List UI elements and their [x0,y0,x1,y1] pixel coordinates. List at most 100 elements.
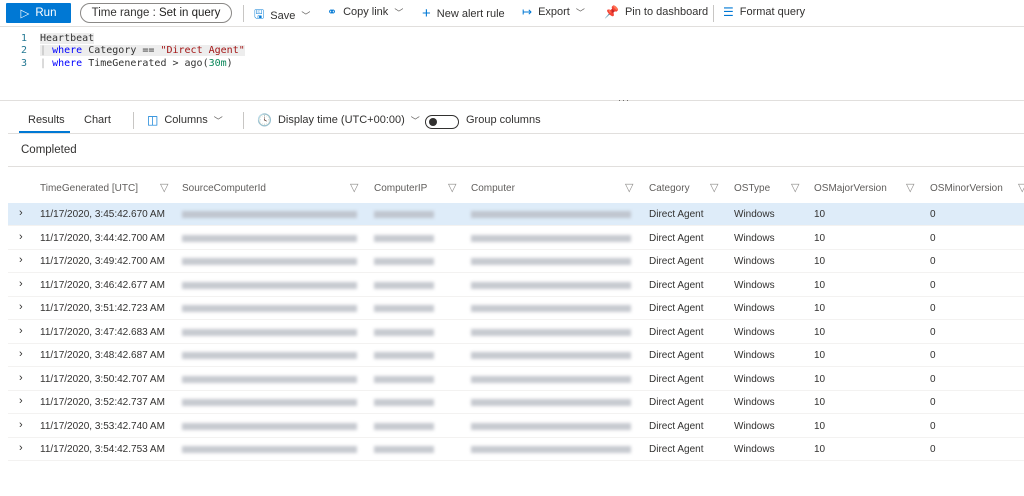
expand-chevron-icon[interactable]: › [19,207,23,219]
pane-splitter[interactable] [0,100,1024,104]
redacted-cell [374,328,434,336]
expand-chevron-icon[interactable]: › [19,278,23,290]
column-header[interactable]: OSType [734,183,770,194]
ostype-cell: Windows [734,350,775,361]
redacted-cell [471,211,631,218]
save-button[interactable]: 🖫 Save ﹀ [254,5,310,26]
divider [243,5,244,22]
redacted-cell [182,328,357,336]
redacted-cell [182,281,357,289]
play-icon: ▷ [20,8,30,20]
expand-chevron-icon[interactable]: › [19,372,23,384]
filter-icon[interactable]: ▽ [160,181,168,194]
category-cell: Direct Agent [649,350,704,361]
redacted-cell [471,305,631,312]
table-row[interactable]: › 11/17/2020, 3:47:42.683 AM Direct Agent W… [8,321,1024,344]
ostype-cell: Windows [734,444,775,455]
time-cell: 11/17/2020, 3:52:42.737 AM [40,397,165,408]
filter-icon[interactable]: ▽ [625,181,633,194]
osmajor-cell: 10 [814,444,826,455]
export-button[interactable]: ↦ Export ﹀ [522,5,585,19]
chevron-down-icon: ﹀ [213,115,223,126]
column-header[interactable]: Category [649,183,690,194]
filter-icon[interactable]: ▽ [350,181,358,194]
table-row[interactable]: › 11/17/2020, 3:46:42.677 AM Direct Agent W… [8,274,1024,297]
query-editor[interactable]: 1 Heartbeat 2 | where Category == "Direct … [0,28,1024,100]
expand-chevron-icon[interactable]: › [19,419,23,431]
column-header[interactable]: ComputerIP [374,183,427,194]
table-row[interactable]: › 11/17/2020, 3:52:42.737 AM Direct Agent W… [8,391,1024,414]
chevron-down-icon: ﹀ [410,115,420,126]
ostype-cell: Windows [734,397,775,408]
ostype-cell: Windows [734,373,775,385]
expand-chevron-icon[interactable]: › [19,395,23,407]
filter-icon[interactable]: ▽ [791,181,799,194]
table-row[interactable]: › 11/17/2020, 3:54:42.753 AM Direct Agent W… [8,438,1024,461]
chevron-down-icon: ﹀ [301,11,311,21]
pin-to-dashboard-button[interactable]: 📌 Pin to dashboard [604,5,708,19]
save-icon: 🖫 [254,7,265,21]
columns-button[interactable]: ◫ Columns ﹀ [147,113,223,127]
filter-icon[interactable]: ▽ [710,181,718,194]
osmajor-cell: 10 [814,256,826,267]
expand-chevron-icon[interactable]: › [19,325,23,337]
expand-chevron-icon[interactable]: › [19,231,23,243]
time-cell: 11/17/2020, 3:53:42.740 AM [40,420,165,432]
redacted-cell [182,446,357,453]
table-row[interactable]: › 11/17/2020, 3:49:42.700 AM Direct Agent W… [8,250,1024,273]
osmajor-cell: 10 [814,397,826,408]
redacted-cell [182,422,357,430]
export-icon: ↦ [522,5,533,19]
tab-chart[interactable]: Chart [84,114,111,126]
table-row[interactable]: › 11/17/2020, 3:53:42.740 AM Direct Agent W… [8,415,1024,438]
time-range-button[interactable]: Time range : Set in query [80,3,232,23]
osminor-cell: 0 [930,256,936,267]
redacted-cell [182,258,357,265]
tab-results[interactable]: Results [28,114,65,126]
filter-icon[interactable]: ▽ [1018,181,1024,194]
osmajor-cell: 10 [814,279,826,291]
run-button[interactable]: ▷ Run [6,3,71,23]
ostype-cell: Windows [734,326,775,338]
column-header[interactable]: OSMinorVersion [930,183,1003,194]
filter-icon[interactable]: ▽ [448,181,456,194]
redacted-cell [374,281,434,289]
table-row[interactable]: › 11/17/2020, 3:48:42.687 AM Direct Agent W… [8,344,1024,367]
expand-chevron-icon[interactable]: › [19,301,23,313]
table-row[interactable]: › 11/17/2020, 3:44:42.700 AM Direct Agent W… [8,227,1024,250]
redacted-cell [471,375,631,383]
redacted-cell [374,305,434,312]
drag-handle-icon[interactable]: ··· [618,95,630,105]
filter-icon[interactable]: ▽ [906,181,914,194]
expand-chevron-icon[interactable]: › [19,442,23,454]
display-time-button[interactable]: 🕓 Display time (UTC+00:00) ﹀ [257,113,420,127]
ostype-cell: Windows [734,420,775,432]
group-columns-toggle[interactable] [425,115,459,129]
redacted-cell [374,352,434,359]
divider [133,112,134,129]
column-header[interactable]: Computer [471,183,515,194]
osminor-cell: 0 [930,209,936,220]
table-row[interactable]: › 11/17/2020, 3:51:42.723 AM Direct Agent W… [8,297,1024,320]
redacted-cell [471,446,631,453]
redacted-cell [182,305,357,312]
format-icon: ☰ [723,5,734,19]
table-row[interactable]: › 11/17/2020, 3:45:42.670 AM Direct Agent W… [8,203,1024,226]
table-row[interactable]: › 11/17/2020, 3:50:42.707 AM Direct Agent W… [8,368,1024,391]
expand-chevron-icon[interactable]: › [19,348,23,360]
editor-line: 2 | where Category == "Direct Agent" [20,45,245,56]
copy-link-button[interactable]: ⚭ Copy link ﹀ [327,5,403,19]
column-header[interactable]: TimeGenerated [UTC] [40,183,138,194]
time-cell: 11/17/2020, 3:46:42.677 AM [40,279,165,291]
osmajor-cell: 10 [814,303,826,314]
format-query-button[interactable]: ☰ Format query [723,5,805,19]
category-cell: Direct Agent [649,373,704,385]
osminor-cell: 0 [930,232,936,244]
category-cell: Direct Agent [649,420,704,432]
expand-chevron-icon[interactable]: › [19,254,23,266]
column-header[interactable]: SourceComputerId [182,183,266,194]
new-alert-rule-button[interactable]: + New alert rule [422,5,505,22]
column-header[interactable]: OSMajorVersion [814,183,887,194]
ostype-cell: Windows [734,232,775,244]
osmajor-cell: 10 [814,350,826,361]
